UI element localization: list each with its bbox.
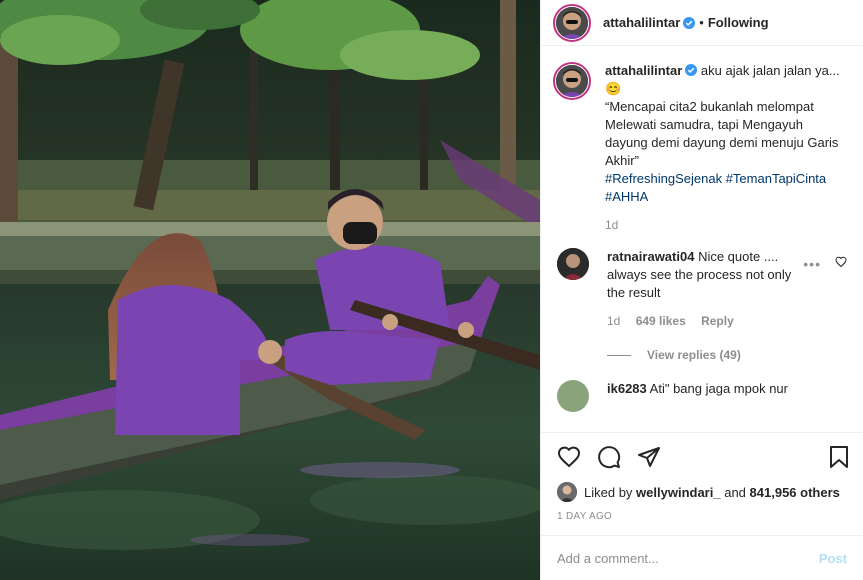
verified-badge-icon [683, 16, 696, 29]
header-separator: • [699, 15, 704, 30]
post-header: attahalilintar • Following [541, 0, 863, 46]
post-action-bar: Liked by wellywindari_ and 841,956 other… [541, 432, 863, 580]
comment-item: ratnairawati04 Nice quote .... always se… [541, 234, 863, 330]
commenter-avatar[interactable] [557, 248, 589, 280]
comment-actions: 1d 649 likes Reply [607, 312, 807, 330]
comment-body: ratnairawati04 Nice quote .... always se… [607, 248, 807, 330]
like-button[interactable] [555, 443, 583, 471]
smiley-emoji: 😊 [605, 81, 622, 96]
commenter-username[interactable]: ratnairawati04 [607, 249, 694, 264]
post-timestamp[interactable]: 1 DAY AGO [541, 503, 863, 531]
caption-quote: “Mencapai cita2 bukanlah melompat Melewa… [605, 99, 839, 168]
hashtag-link[interactable]: #RefreshingSejenak [605, 171, 722, 186]
commenter-username[interactable]: ik6283 [607, 381, 647, 396]
view-replies[interactable]: View replies (49) [541, 330, 863, 362]
comment-input[interactable] [557, 550, 819, 566]
add-comment-bar: Post [541, 535, 863, 580]
post-modal: attahalilintar • Following attahalilinta… [0, 0, 863, 580]
share-icon [638, 447, 660, 467]
liked-by-user[interactable]: wellywindari_ [636, 485, 721, 500]
comment-body: ik6283 Ati" bang jaga mpok nur [607, 380, 788, 412]
bookmark-icon [830, 446, 848, 468]
heart-icon [557, 446, 581, 468]
reply-button[interactable]: Reply [701, 314, 734, 328]
photo-scene [0, 0, 540, 580]
caption-username[interactable]: attahalilintar [605, 63, 682, 78]
comment-item: ik6283 Ati" bang jaga mpok nur [541, 362, 863, 412]
commenter-avatar[interactable] [557, 380, 589, 412]
post-caption: attahalilintar aku ajak jalan jalan ya..… [541, 46, 863, 234]
comment-likes[interactable]: 649 likes [636, 314, 686, 328]
caption-text-block: attahalilintar aku ajak jalan jalan ya..… [605, 62, 845, 234]
avatar-portrait-icon [556, 6, 588, 39]
avatar-portrait-icon [556, 65, 588, 97]
caption-age[interactable]: 1d [605, 216, 845, 234]
author-username[interactable]: attahalilintar [603, 15, 680, 30]
likes-summary: Liked by wellywindari_ and 841,956 other… [541, 481, 863, 503]
liker-avatar[interactable] [557, 482, 577, 502]
save-button[interactable] [825, 443, 853, 471]
avatar-portrait-icon [557, 248, 589, 280]
avatar-portrait-icon [557, 482, 577, 502]
header-info: attahalilintar • Following [603, 15, 769, 30]
post-button[interactable]: Post [819, 551, 847, 566]
replies-divider [607, 354, 631, 356]
view-replies-label: View replies (49) [647, 348, 741, 362]
liked-by-and: and [724, 484, 746, 500]
liked-by-count[interactable]: 841,956 others [750, 485, 840, 500]
post-photo[interactable] [0, 0, 540, 580]
verified-badge-icon [685, 64, 698, 76]
author-avatar[interactable] [553, 3, 591, 42]
avatar-image [556, 65, 588, 97]
hashtag-link[interactable]: #AHHA [605, 189, 648, 204]
caption-avatar[interactable] [553, 62, 591, 100]
comment-text: Ati" bang jaga mpok nur [649, 381, 788, 396]
comment-age[interactable]: 1d [607, 314, 620, 328]
comments-area[interactable]: attahalilintar aku ajak jalan jalan ya..… [541, 46, 863, 432]
avatar-image [556, 6, 588, 39]
liked-by-prefix: Liked by [584, 484, 633, 500]
caption-first-line: aku ajak jalan jalan ya... [700, 63, 840, 78]
more-options-icon[interactable]: ••• [803, 256, 821, 272]
post-side-panel: attahalilintar • Following attahalilinta… [540, 0, 863, 580]
comment-icon [598, 446, 621, 469]
following-button[interactable]: Following [708, 15, 769, 30]
hashtag-link[interactable]: #TemanTapiCinta [726, 171, 826, 186]
comment-button[interactable] [595, 443, 623, 471]
action-icons [541, 433, 863, 481]
caption-hashtags: #RefreshingSejenak #TemanTapiCinta #AHHA [605, 170, 845, 206]
share-button[interactable] [635, 443, 663, 471]
comment-heart-icon[interactable] [835, 256, 847, 268]
